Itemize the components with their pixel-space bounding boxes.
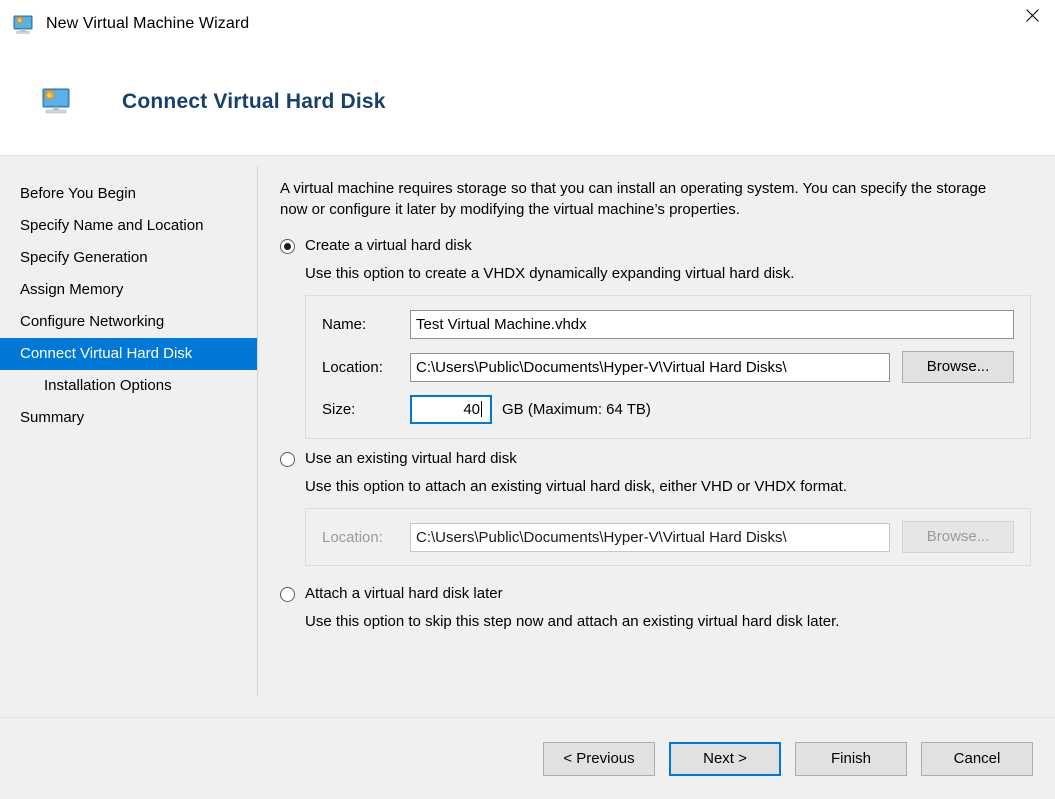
description-create-virtual-hard-disk: Use this option to create a VHDX dynamic… [305, 265, 795, 282]
description-use-existing-virtual-hard-disk: Use this option to attach an existing vi… [305, 478, 847, 495]
sidebar-item-specify-name-and-location[interactable]: Specify Name and Location [0, 210, 258, 242]
wizard-body: Before You Begin Specify Name and Locati… [0, 156, 1055, 717]
sidebar-item-installation-options[interactable]: Installation Options [0, 370, 258, 402]
sidebar-item-specify-generation[interactable]: Specify Generation [0, 242, 258, 274]
window-title: New Virtual Machine Wizard [46, 15, 250, 32]
radio-create-virtual-hard-disk[interactable]: Create a virtual hard disk [280, 236, 1031, 256]
wizard-step-list: Before You Begin Specify Name and Locati… [0, 156, 258, 717]
sidebar-item-before-you-begin[interactable]: Before You Begin [0, 178, 258, 210]
new-virtual-machine-wizard-window: New Virtual Machine Wizard Connect Virtu… [0, 0, 1055, 799]
cancel-button[interactable]: Cancel [921, 741, 1033, 776]
size-maximum-label: GB (Maximum: 64 TB) [502, 401, 651, 418]
finish-button[interactable]: Finish [795, 741, 907, 776]
radio-attach-virtual-hard-disk-later[interactable]: Attach a virtual hard disk later [280, 584, 1031, 604]
text-caret [481, 401, 482, 417]
sidebar-item-connect-virtual-hard-disk[interactable]: Connect Virtual Hard Disk [0, 338, 258, 370]
previous-button[interactable]: < Previous [543, 741, 655, 776]
radio-label-attach-virtual-hard-disk-later: Attach a virtual hard disk later [305, 585, 503, 602]
virtual-machine-icon [40, 88, 72, 116]
existing-disk-group: Location: Browse... [305, 508, 1031, 566]
radio-button-icon[interactable] [280, 452, 295, 467]
intro-text: A virtual machine requires storage so th… [280, 180, 987, 218]
next-button[interactable]: Next > [669, 741, 781, 776]
location-input[interactable] [410, 352, 890, 382]
name-input[interactable] [410, 310, 1014, 339]
radio-label-use-existing-virtual-hard-disk: Use an existing virtual hard disk [305, 450, 517, 467]
close-icon[interactable] [1009, 0, 1055, 30]
wizard-footer: < Previous Next > Finish Cancel [0, 717, 1055, 799]
title-bar: New Virtual Machine Wizard [0, 0, 1055, 48]
create-disk-group: Name: Location: Browse... Size: 40 GB (M… [305, 295, 1031, 439]
browse-button[interactable]: Browse... [902, 351, 1014, 383]
existing-location-input [410, 522, 890, 552]
radio-use-existing-virtual-hard-disk[interactable]: Use an existing virtual hard disk [280, 449, 1031, 469]
radio-button-icon[interactable] [280, 239, 295, 254]
size-field-row: Size: 40 GB (Maximum: 64 TB) [322, 395, 1014, 424]
sidebar-item-configure-networking[interactable]: Configure Networking [0, 306, 258, 338]
existing-location-label: Location: [322, 528, 383, 546]
size-label: Size: [322, 401, 356, 418]
sidebar-item-summary[interactable]: Summary [0, 402, 258, 434]
size-input[interactable]: 40 [410, 395, 492, 424]
existing-location-field-row: Location: Browse... [322, 521, 1014, 553]
location-label: Location: [322, 358, 383, 376]
wizard-content: A virtual machine requires storage so th… [258, 156, 1055, 717]
existing-browse-button: Browse... [902, 521, 1014, 553]
virtual-machine-icon [11, 13, 35, 37]
sidebar-item-assign-memory[interactable]: Assign Memory [0, 274, 258, 306]
radio-button-icon[interactable] [280, 587, 295, 602]
radio-label-create-virtual-hard-disk: Create a virtual hard disk [305, 237, 472, 254]
location-field-row: Location: Browse... [322, 351, 1014, 383]
description-attach-virtual-hard-disk-later: Use this option to skip this step now an… [305, 613, 840, 630]
size-value: 40 [463, 401, 480, 418]
wizard-header: Connect Virtual Hard Disk [0, 48, 1055, 156]
name-field-row: Name: [322, 310, 1014, 339]
name-label: Name: [322, 316, 367, 333]
page-title: Connect Virtual Hard Disk [122, 89, 386, 113]
